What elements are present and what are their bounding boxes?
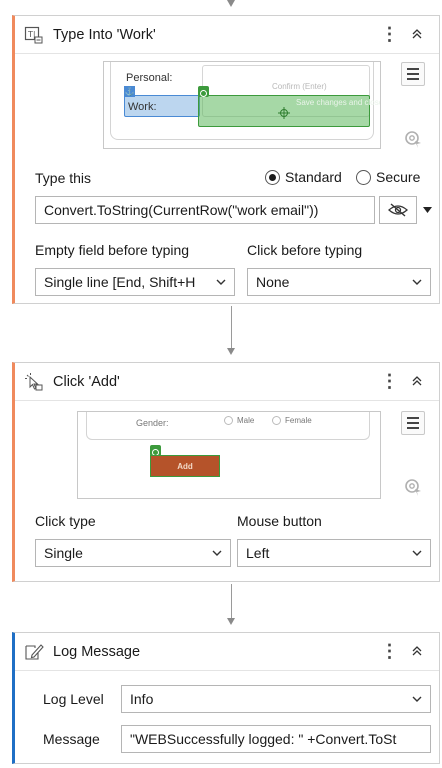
type-this-label: Type this [35, 170, 92, 186]
secure-radio[interactable]: Secure [356, 169, 420, 185]
collapse-icon[interactable] [405, 27, 429, 43]
empty-field-value: Single line [End, Shift+H [44, 274, 196, 290]
click-before-select[interactable]: None [247, 268, 431, 296]
preview-male-label: Male [237, 416, 255, 425]
click-header[interactable]: Click 'Add' ⋮ [15, 363, 439, 401]
log-level-label: Log Level [43, 691, 104, 707]
type-into-activity[interactable]: T| Type Into 'Work' ⋮ Personal: ⚓ Work: … [12, 15, 440, 304]
more-options-icon[interactable]: ⋮ [379, 24, 399, 45]
type-into-screenshot[interactable]: Personal: ⚓ Work: Confirm (Enter) Save c… [103, 61, 381, 149]
more-options-icon[interactable]: ⋮ [379, 641, 399, 662]
click-screenshot[interactable]: Gender: Male Female Add [77, 411, 381, 499]
log-message-title: Log Message [53, 643, 141, 660]
preview-add-button: Add [150, 455, 220, 477]
type-into-header[interactable]: T| Type Into 'Work' ⋮ [15, 16, 439, 54]
log-level-value: Info [130, 691, 154, 707]
options-dropdown-button[interactable] [417, 196, 437, 224]
target-badge-icon [198, 86, 209, 97]
chevron-down-icon [412, 279, 422, 285]
eye-off-icon [388, 203, 408, 217]
click-type-label: Click type [35, 513, 96, 529]
click-activity-icon [23, 371, 45, 393]
indicate-target-icon[interactable] [403, 477, 423, 497]
empty-field-select[interactable]: Single line [End, Shift+H [35, 268, 235, 296]
anchor-icon: ⚓ [124, 86, 135, 97]
log-message-header[interactable]: Log Message ⋮ [15, 633, 439, 671]
preview-save-label: Save changes and close [296, 98, 381, 107]
preview-female-radio [272, 416, 281, 425]
preview-work-label: Work: [128, 101, 157, 113]
message-value: "WEBSuccessfully logged: " +Convert.ToSt [130, 731, 397, 747]
connector-line [231, 584, 232, 618]
click-type-value: Single [44, 545, 83, 561]
target-menu-button[interactable] [401, 411, 425, 435]
chevron-down-icon [216, 279, 226, 285]
log-message-icon [23, 641, 45, 663]
connector-arrow [227, 348, 235, 355]
mouse-button-value: Left [246, 545, 270, 561]
secure-radio-label: Secure [376, 169, 421, 185]
click-activity[interactable]: Click 'Add' ⋮ Gender: Male Female Add Cl… [12, 362, 440, 582]
type-this-input[interactable]: Convert.ToString(CurrentRow("work email"… [35, 196, 375, 224]
log-message-activity[interactable]: Log Message ⋮ Log Level Info Message "WE… [12, 632, 440, 764]
target-menu-button[interactable] [401, 62, 425, 86]
preview-personal-label: Personal: [126, 72, 173, 84]
chevron-down-icon [412, 696, 422, 702]
preview-male-radio [224, 416, 233, 425]
standard-radio-label: Standard [285, 169, 342, 185]
connector-arrow [227, 618, 235, 625]
preview-add-label: Add [177, 461, 193, 471]
indicate-target-icon[interactable] [403, 129, 423, 149]
preview-gender-label: Gender: [136, 418, 169, 428]
click-title: Click 'Add' [53, 373, 120, 390]
collapse-icon[interactable] [405, 374, 429, 390]
click-before-label: Click before typing [247, 242, 363, 258]
empty-field-label: Empty field before typing [35, 242, 190, 258]
svg-text:T|: T| [27, 30, 36, 39]
type-into-title: Type Into 'Work' [53, 26, 156, 43]
message-label: Message [43, 731, 100, 747]
type-into-icon: T| [23, 24, 45, 46]
chevron-down-icon [212, 550, 222, 556]
hide-text-button[interactable] [379, 196, 417, 224]
connector-line [231, 306, 232, 348]
message-input[interactable]: "WEBSuccessfully logged: " +Convert.ToSt [121, 725, 431, 753]
preview-female-label: Female [285, 416, 312, 425]
more-options-icon[interactable]: ⋮ [379, 371, 399, 392]
mouse-button-label: Mouse button [237, 513, 322, 529]
type-this-value: Convert.ToString(CurrentRow("work email"… [44, 202, 319, 218]
click-before-value: None [256, 274, 290, 290]
click-type-select[interactable]: Single [35, 539, 231, 567]
mouse-button-select[interactable]: Left [237, 539, 431, 567]
crosshair-icon [278, 106, 290, 122]
collapse-icon[interactable] [405, 644, 429, 660]
standard-radio[interactable]: Standard [265, 169, 342, 185]
log-level-select[interactable]: Info [121, 685, 431, 713]
chevron-down-icon [412, 550, 422, 556]
connector-arrow-top [227, 0, 235, 7]
preview-confirm-label: Confirm (Enter) [272, 82, 327, 91]
